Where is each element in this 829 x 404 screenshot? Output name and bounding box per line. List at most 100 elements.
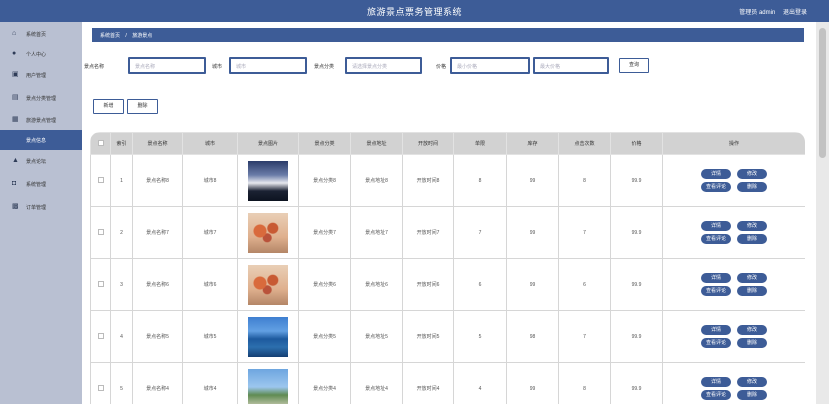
cell-name: 景点名称5 (132, 310, 183, 363)
select-all-checkbox[interactable] (97, 139, 104, 146)
row-checkbox[interactable] (97, 176, 104, 183)
scenic-icon: ▦ (12, 116, 19, 123)
sidebar-item-home[interactable]: ⌂ 系统首页 (0, 24, 82, 44)
logout-link[interactable]: 退出登录 (783, 10, 807, 16)
breadcrumb-home[interactable]: 系统首页 (100, 33, 120, 39)
edit-button[interactable]: 修改 (737, 221, 767, 231)
column-header[interactable]: 单限 (453, 132, 507, 155)
query-button[interactable]: 查询 (619, 58, 649, 73)
detail-button[interactable]: 详情 (701, 273, 731, 283)
column-header[interactable]: 景点分类 (298, 132, 351, 155)
column-header[interactable]: 景点图片 (237, 132, 299, 155)
sidebar-item-label: 订单管理 (26, 204, 47, 211)
name-search-input[interactable]: 景点名称 (128, 57, 206, 74)
person-icon: ● (12, 50, 17, 57)
cell-clicks: 8 (558, 362, 611, 404)
cell-stock: 98 (506, 310, 559, 363)
delete-row-button[interactable]: 删除 (737, 338, 767, 348)
detail-button[interactable]: 详情 (701, 377, 731, 387)
city-search-input[interactable]: 城市 (229, 57, 307, 74)
delete-row-button[interactable]: 删除 (737, 390, 767, 400)
cell-category: 景点分类5 (298, 310, 351, 363)
cell-category: 景点分类7 (298, 206, 351, 259)
price-min-input[interactable]: 最小价格 (450, 57, 530, 74)
row-checkbox[interactable] (97, 280, 104, 287)
delete-button[interactable]: 删除 (127, 99, 158, 114)
cell-clicks: 7 (558, 310, 611, 363)
sidebar-item-category[interactable]: ▤ 景点分类管理 (0, 88, 82, 108)
column-header[interactable]: 景点名称 (132, 132, 183, 155)
page-scrollbar[interactable] (816, 22, 829, 404)
price-max-input[interactable]: 最大价格 (533, 57, 609, 74)
row-checkbox[interactable] (97, 228, 104, 235)
view-comments-button[interactable]: 查看评论 (701, 182, 731, 192)
cell-price: 99.9 (610, 206, 663, 259)
column-header[interactable]: 开放时间 (402, 132, 454, 155)
view-comments-button[interactable]: 查看评论 (701, 390, 731, 400)
column-header[interactable]: 景点地址 (350, 132, 403, 155)
sidebar-item-system[interactable]: ◘ 系统管理 (0, 174, 82, 194)
cell-price: 99.9 (610, 310, 663, 363)
cell-index: 5 (110, 362, 133, 404)
cell-clicks: 6 (558, 258, 611, 311)
column-header[interactable]: 城市 (182, 132, 238, 155)
edit-button[interactable]: 修改 (737, 325, 767, 335)
cell-address: 景点地址5 (350, 310, 403, 363)
cell-address: 景点地址6 (350, 258, 403, 311)
add-button[interactable]: 新增 (93, 99, 124, 114)
cell-address: 景点地址7 (350, 206, 403, 259)
category-select[interactable]: 请选择景点分类 (345, 57, 422, 74)
delete-row-button[interactable]: 删除 (737, 286, 767, 296)
view-comments-button[interactable]: 查看评论 (701, 338, 731, 348)
table-row: 1 景点名称8 城市8 景点分类8 景点地址8 开放时间8 8 99 8 99.9 详情 修改 查看评论… (90, 154, 805, 207)
edit-button[interactable]: 修改 (737, 169, 767, 179)
sidebar-item-profile[interactable]: ● 个人中心 (0, 44, 82, 64)
sidebar-item-label: 系统管理 (26, 181, 47, 188)
scenic-image (248, 264, 288, 305)
order-icon: ▩ (12, 203, 19, 210)
cell-city: 城市6 (182, 258, 238, 311)
scenic-image (248, 160, 288, 201)
breadcrumb-current: 旅游景点 (132, 33, 153, 39)
scrollbar-thumb[interactable] (819, 28, 826, 158)
view-comments-button[interactable]: 查看评论 (701, 286, 731, 296)
detail-button[interactable]: 详情 (701, 221, 731, 231)
cell-price: 99.9 (610, 154, 663, 207)
sidebar-item-scenic[interactable]: ▦ 旅游景点管理 (0, 110, 82, 130)
cell-open: 开放时间5 (402, 310, 454, 363)
sidebar-item-label: 系统首页 (26, 31, 47, 38)
delete-row-button[interactable]: 删除 (737, 234, 767, 244)
cell-stock: 99 (506, 206, 559, 259)
sidebar-item-label: 景点信息 (26, 137, 47, 144)
row-select-cell (90, 310, 111, 363)
sidebar-item-label: 景点分类管理 (26, 95, 57, 102)
edit-button[interactable]: 修改 (737, 273, 767, 283)
sidebar-item-forum[interactable]: ▲ 景点论坛 (0, 151, 82, 171)
system-icon: ◘ (12, 180, 17, 187)
cell-open: 开放时间6 (402, 258, 454, 311)
row-checkbox[interactable] (97, 332, 104, 339)
user-manage-icon: ▣ (12, 71, 19, 78)
cell-stock: 99 (506, 362, 559, 404)
home-icon: ⌂ (12, 30, 17, 37)
column-header[interactable]: 点击次数 (558, 132, 611, 155)
cell-name: 景点名称7 (132, 206, 183, 259)
cell-name: 景点名称8 (132, 154, 183, 207)
column-header[interactable]: 价格 (610, 132, 663, 155)
column-header: 索引 (110, 132, 133, 155)
row-checkbox[interactable] (97, 384, 104, 391)
sidebar-item-scenic-info[interactable]: 景点信息 (0, 130, 82, 150)
edit-button[interactable]: 修改 (737, 377, 767, 387)
view-comments-button[interactable]: 查看评论 (701, 234, 731, 244)
price-label: 价格 (436, 64, 447, 70)
sidebar-item-orders[interactable]: ▩ 订单管理 (0, 197, 82, 217)
delete-row-button[interactable]: 删除 (737, 182, 767, 192)
sidebar-item-users[interactable]: ▣ 用户管理 (0, 65, 82, 85)
detail-button[interactable]: 详情 (701, 325, 731, 335)
cell-category: 景点分类8 (298, 154, 351, 207)
column-header[interactable]: 库存 (506, 132, 559, 155)
column-header: 操作 (662, 132, 805, 155)
detail-button[interactable]: 详情 (701, 169, 731, 179)
actions-cell: 详情 修改 查看评论 删除 (662, 362, 805, 404)
cell-address: 景点地址4 (350, 362, 403, 404)
